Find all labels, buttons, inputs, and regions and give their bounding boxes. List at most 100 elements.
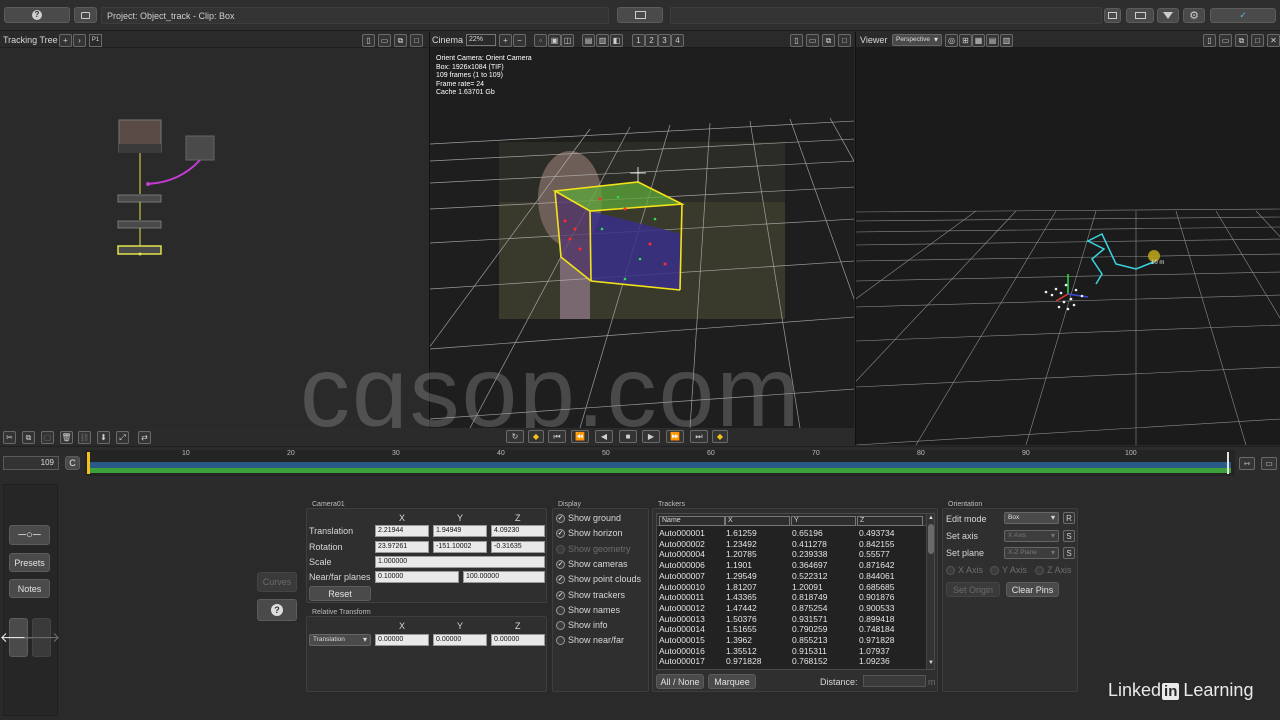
channel-button-1[interactable]: ▣	[548, 34, 561, 47]
curves-button[interactable]: Curves	[257, 572, 297, 592]
set-origin-button[interactable]: Set Origin	[946, 582, 1000, 597]
channel-button-2[interactable]: ◫	[561, 34, 574, 47]
relative-z-field[interactable]: 0.00000	[491, 634, 545, 646]
layer-4-button[interactable]: 4	[671, 34, 684, 47]
cinema-maximize-icon[interactable]: □	[838, 34, 851, 47]
fit-button[interactable]: ◦	[534, 34, 547, 47]
far-field[interactable]: 100.00000	[463, 571, 545, 583]
view-mode-select[interactable]: Perspective	[892, 34, 942, 46]
translation-x-field[interactable]: 2.21944	[375, 525, 429, 537]
viewer-3d-viewport[interactable]	[856, 49, 1280, 445]
play-icon[interactable]: ▶	[642, 430, 660, 443]
paste-icon[interactable]: ▢	[41, 431, 54, 444]
go-end-icon[interactable]: ⏭	[690, 430, 708, 443]
reset-button[interactable]: Reset	[309, 586, 371, 601]
trackers-scrollbar[interactable]: ▲ ▼	[926, 514, 934, 669]
step-forward-icon[interactable]: ⏩	[666, 430, 684, 443]
x-axis-radio[interactable]	[946, 566, 955, 575]
delete-icon[interactable]: 🗑	[60, 431, 73, 444]
edit-mode-r-button[interactable]: R	[1063, 512, 1075, 524]
distance-field[interactable]	[863, 675, 926, 687]
table-row[interactable]: Auto000001 1.61259 0.65196 0.493734	[657, 528, 926, 539]
viewer-layout-icon-1[interactable]: ▯	[1203, 34, 1216, 47]
layer-1-button[interactable]: 1	[632, 34, 645, 47]
rotation-y-field[interactable]: -151.10002	[433, 541, 487, 553]
cut-icon[interactable]: ✂	[3, 431, 16, 444]
col-z[interactable]: Z	[857, 516, 923, 526]
viewer-popout-icon[interactable]: ⧉	[1235, 34, 1248, 47]
go-start-icon[interactable]: ⏮	[548, 430, 566, 443]
table-row[interactable]: Auto000007 1.29549 0.522312 0.844061	[657, 571, 926, 582]
translation-y-field[interactable]: 1.94949	[433, 525, 487, 537]
channel-button-5[interactable]: ◧	[610, 34, 623, 47]
presets-button[interactable]: Presets	[9, 553, 50, 572]
viewer-layout-icon-2[interactable]: ▭	[1219, 34, 1232, 47]
frame-field[interactable]: 109	[3, 456, 59, 470]
col-x[interactable]: X	[725, 516, 790, 526]
timeline-ruler[interactable]: 10 20 30 40 50 60 70 80 90 100	[85, 450, 1235, 476]
layer-3-button[interactable]: 3	[658, 34, 671, 47]
col-name[interactable]: Name	[659, 516, 725, 526]
table-row[interactable]: Auto000002 1.23492 0.411278 0.842155	[657, 539, 926, 550]
scroll-down-icon[interactable]: ▼	[928, 660, 934, 666]
status-button[interactable]: ✓	[1210, 8, 1276, 23]
display-checkbox-5[interactable]: ✓	[556, 590, 565, 600]
notes-button[interactable]: Notes	[9, 579, 50, 598]
table-row[interactable]: Auto000006 1.1901 0.364697 0.871642	[657, 560, 926, 571]
channel-button-3[interactable]: ▤	[582, 34, 595, 47]
table-row[interactable]: Auto000004 1.20785 0.239338 0.55577	[657, 549, 926, 560]
y-axis-radio[interactable]	[990, 566, 999, 575]
link-icon[interactable]: ⛓	[78, 431, 91, 444]
project-button[interactable]	[74, 7, 97, 23]
set-plane-select[interactable]: X-Z Plane	[1004, 547, 1059, 559]
timeline-end-marker[interactable]	[1227, 452, 1229, 474]
table-row[interactable]: Auto000017 0.971828 0.768152 1.09236	[657, 656, 926, 667]
relative-x-field[interactable]: 0.00000	[375, 634, 429, 646]
viewer-maximize-icon[interactable]: □	[1251, 34, 1264, 47]
layout-button-1[interactable]	[1104, 8, 1121, 23]
all-none-button[interactable]: All / None	[656, 674, 704, 689]
stop-icon[interactable]: ■	[619, 430, 637, 443]
edit-mode-select[interactable]: Box	[1004, 512, 1059, 524]
relative-y-field[interactable]: 0.00000	[433, 634, 487, 646]
table-row[interactable]: Auto000016 1.35512 0.915311 1.07937	[657, 646, 926, 657]
col-y[interactable]: Y	[791, 516, 856, 526]
viewer-tool-2[interactable]: ⊞	[959, 34, 972, 47]
layer-2-button[interactable]: 2	[645, 34, 658, 47]
arrange-icon[interactable]: ⇄	[138, 431, 151, 444]
translation-z-field[interactable]: 4.09230	[491, 525, 545, 537]
scale-field[interactable]: 1.000000	[375, 556, 545, 568]
keyframe-next-icon[interactable]: ◆	[712, 430, 728, 443]
set-axis-s-button[interactable]: S	[1063, 530, 1075, 542]
fit-view-icon[interactable]: ⤢	[116, 431, 129, 444]
viewer-tool-1[interactable]: ◎	[945, 34, 958, 47]
viewer-close-icon[interactable]: ✕	[1267, 34, 1280, 47]
c-button[interactable]: C	[65, 456, 80, 470]
play-back-icon[interactable]: ◀	[595, 430, 613, 443]
clip-button[interactable]	[617, 7, 663, 23]
cinema-layout-icon-2[interactable]: ▭	[806, 34, 819, 47]
zoom-in-button[interactable]: +	[499, 34, 512, 47]
near-field[interactable]: 0.10000	[375, 571, 459, 583]
scroll-thumb[interactable]	[928, 524, 934, 554]
trackers-table[interactable]: Name X Y Z Auto000001 1.61259 0.65196 0.493…	[656, 513, 935, 670]
display-checkbox-6[interactable]	[556, 605, 565, 615]
relative-mode-select[interactable]: Translation	[309, 634, 371, 646]
settings-button[interactable]: ⚙	[1183, 8, 1205, 23]
step-back-icon[interactable]: ⏪	[571, 430, 589, 443]
viewer-tool-4[interactable]: ▤	[986, 34, 999, 47]
set-axis-select[interactable]: X Axis	[1004, 530, 1059, 542]
table-row[interactable]: Auto000015 1.3962 0.855213 0.971828	[657, 635, 926, 646]
clear-pins-button[interactable]: Clear Pins	[1006, 582, 1059, 597]
z-axis-radio[interactable]	[1035, 566, 1044, 575]
table-row[interactable]: Auto000010 1.81207 1.20091 0.685685	[657, 582, 926, 593]
table-row[interactable]: Auto000011 1.43365 0.818749 0.901876	[657, 592, 926, 603]
slider-tool-button[interactable]: ─○─	[9, 525, 50, 545]
copy-icon[interactable]: ⧉	[22, 431, 35, 444]
table-row[interactable]: Auto000014 1.51655 0.790259 0.748184	[657, 624, 926, 635]
keyframe-prev-icon[interactable]: ◆	[528, 430, 544, 443]
help-panel-button[interactable]: ?	[257, 599, 297, 621]
display-checkbox-2[interactable]	[556, 544, 565, 554]
zoom-out-button[interactable]: −	[513, 34, 526, 47]
timeline-options-icon[interactable]: ▭	[1261, 457, 1277, 470]
